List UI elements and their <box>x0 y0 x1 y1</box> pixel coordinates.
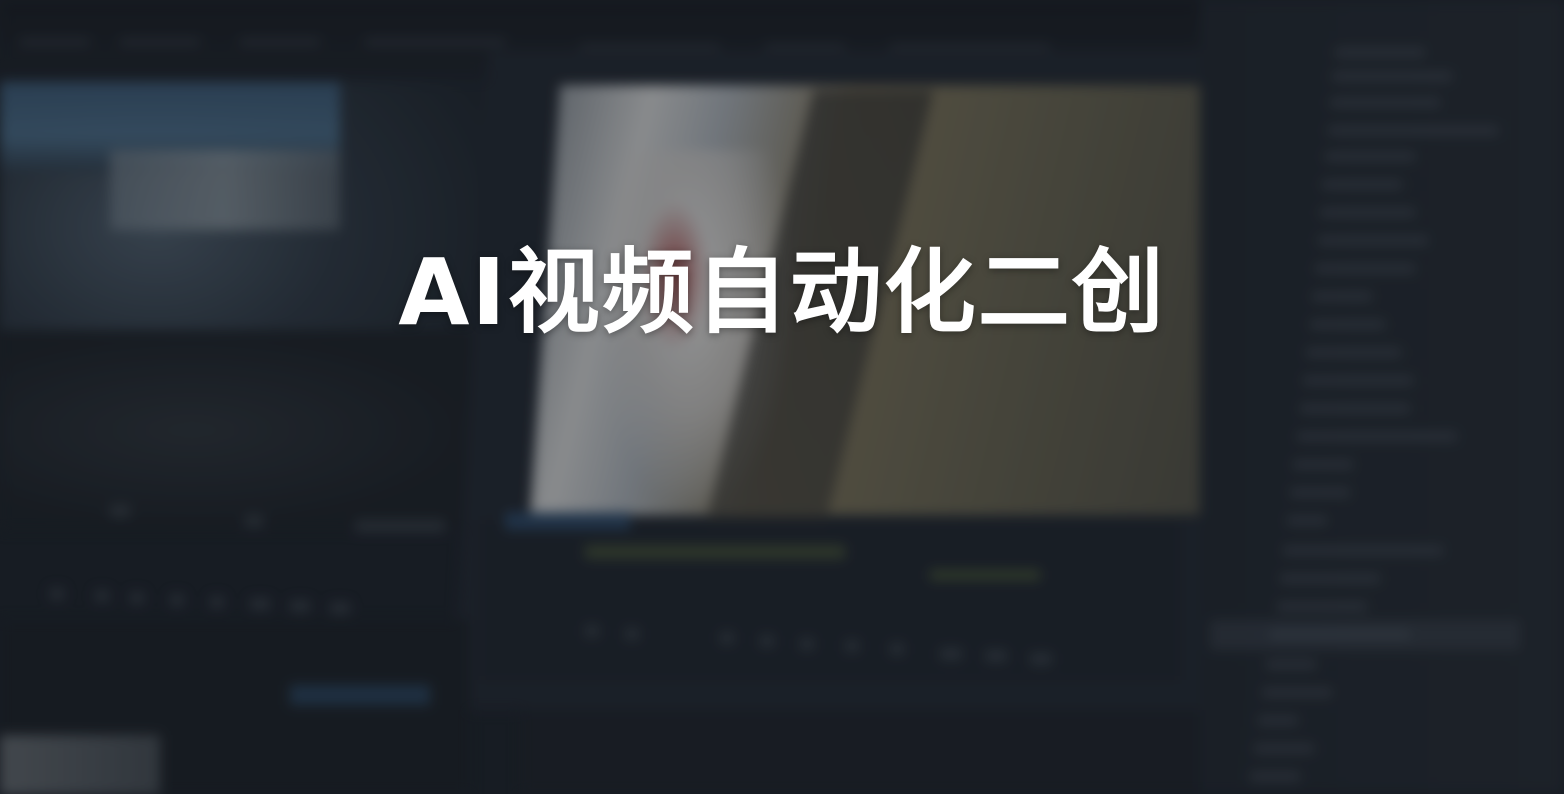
banner: AI视频自动化二创 <box>0 0 1564 794</box>
dark-overlay <box>0 0 1564 794</box>
banner-title: AI视频自动化二创 <box>398 239 1166 346</box>
